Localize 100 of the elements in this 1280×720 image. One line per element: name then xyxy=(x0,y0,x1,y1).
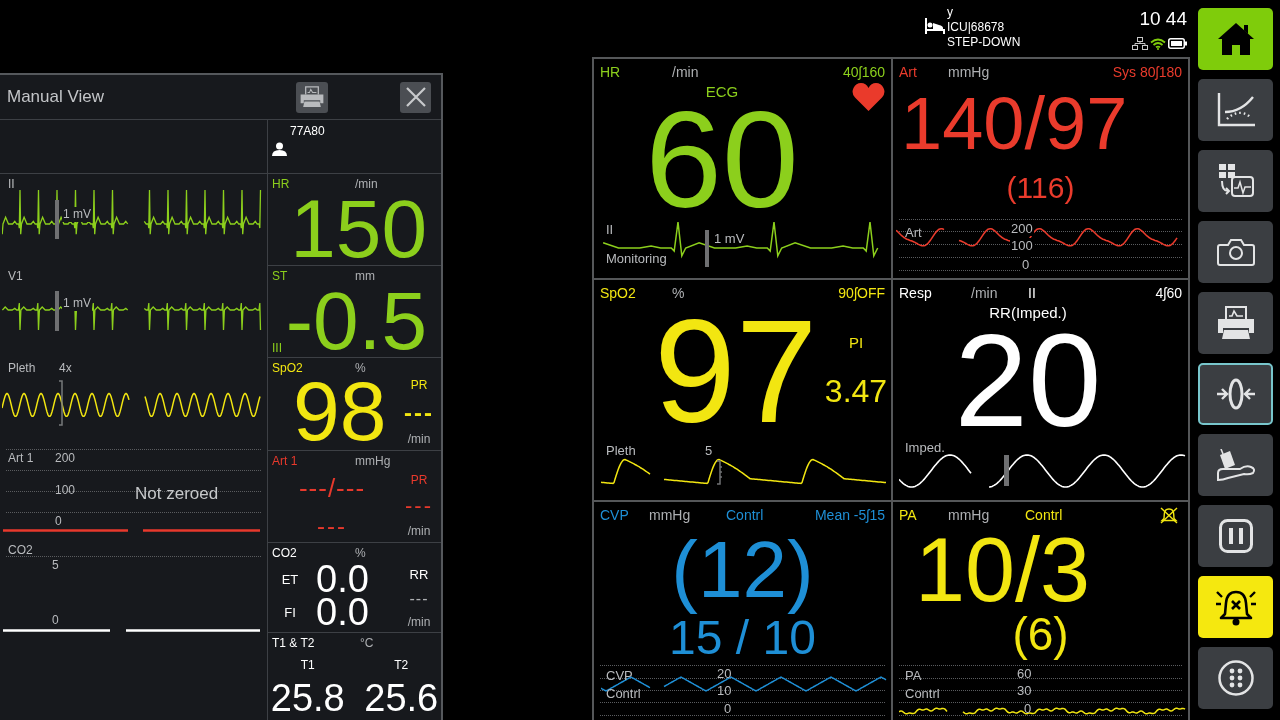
wifi-icon xyxy=(1150,37,1166,50)
camera-icon xyxy=(1216,238,1255,266)
wave-label: CO2 xyxy=(8,543,33,558)
battery-icon xyxy=(1168,38,1187,49)
mode-label: Contrl xyxy=(606,686,641,701)
unit-label: /min xyxy=(672,63,699,80)
mode-label: Contrl xyxy=(1025,506,1063,524)
wave-label: Pleth xyxy=(8,361,36,376)
alarm-limits: 90ʃOFF xyxy=(838,284,885,302)
unit-label: mmHg xyxy=(355,454,391,469)
arm-cuff-icon xyxy=(1215,449,1256,481)
pulse-rate-value: --- xyxy=(405,495,433,517)
bed-label: y xyxy=(947,5,953,20)
status-message: Not zeroed xyxy=(135,484,219,504)
wave-label: Pleth xyxy=(606,443,636,458)
clock-time: 10 44 xyxy=(1139,8,1187,30)
unit-label: /min xyxy=(407,432,431,447)
temperature-label: T2 xyxy=(394,658,409,673)
patient-bed-icon xyxy=(925,17,945,35)
unit-label: mm xyxy=(355,269,375,284)
inspired-value: 0.0 xyxy=(316,596,369,629)
source-label: RR(Imped.) xyxy=(989,304,1067,322)
home-icon xyxy=(1216,22,1255,56)
parameter-label: CVP xyxy=(600,506,629,523)
network-icon xyxy=(1132,37,1148,50)
temperature-value: 25.8 xyxy=(270,682,345,715)
gain-label: 4x xyxy=(59,361,72,376)
parameter-label: T1 & T2 xyxy=(272,636,315,650)
parameter-value: ---/--- xyxy=(298,473,366,503)
close-icon xyxy=(405,87,426,107)
screen-swap-icon xyxy=(1217,163,1254,199)
print-button[interactable] xyxy=(1198,292,1273,354)
scale-label: 30 xyxy=(1017,683,1032,698)
temperature-label: T1 xyxy=(300,658,315,673)
lead-label: III xyxy=(272,340,282,356)
unit-label: % xyxy=(355,546,366,561)
pulse-rate-label: PR xyxy=(410,473,428,488)
menu-button[interactable] xyxy=(1198,647,1273,709)
alarm-limits: 4ʃ60 xyxy=(1155,284,1182,302)
dots-menu-icon xyxy=(1217,660,1254,696)
parameter-value: 98 xyxy=(293,376,387,448)
pressure-value: 10/3 xyxy=(915,532,1091,609)
lead-label: II xyxy=(8,177,15,192)
parameter-value: -0.5 xyxy=(285,286,427,356)
resp-rate-value: --- xyxy=(409,590,429,607)
camera-button[interactable] xyxy=(1198,221,1273,283)
alarm-limits: Mean -5ʃ15 xyxy=(814,506,885,524)
wave-label: PA xyxy=(905,668,922,683)
unit-label: /min xyxy=(407,524,431,539)
alarm-silence-button[interactable] xyxy=(1198,576,1273,638)
source-label: ECG xyxy=(705,83,739,101)
respiration-value: 20 xyxy=(954,325,1102,438)
screen-swap-button[interactable] xyxy=(1198,150,1273,212)
heart-icon xyxy=(852,83,885,111)
mode-label: Contrl xyxy=(726,506,764,524)
mean-value: --- xyxy=(317,513,347,539)
parameter-label: Art xyxy=(899,63,917,80)
scale-label: 0 xyxy=(52,613,59,628)
pulse-rate-label: PR xyxy=(410,378,428,393)
pressure-value: 140/97 xyxy=(901,87,1128,161)
pulse-rate-value: --- xyxy=(404,401,434,424)
unit-label: /min xyxy=(971,284,998,301)
unit-label: °C xyxy=(360,636,374,651)
alarm-limits: 40ʃ160 xyxy=(842,63,885,81)
pressure-value: 15 / 10 xyxy=(669,614,816,662)
spo2-value: 97 xyxy=(654,309,818,434)
scale-label: 60 xyxy=(1017,666,1032,681)
close-button[interactable] xyxy=(400,81,431,113)
scale-label: 10 xyxy=(717,683,732,698)
unit-label: % xyxy=(355,361,366,376)
end-tidal-label: ET xyxy=(281,572,299,587)
parameter-label: ST xyxy=(272,269,288,283)
parameter-label: PA xyxy=(899,506,917,523)
unit-label: /min xyxy=(355,177,378,192)
ring-arrows-button[interactable] xyxy=(1198,363,1273,425)
wave-label: CVP xyxy=(606,668,633,683)
trend-chart-icon xyxy=(1216,93,1255,127)
filter-label: Monitoring xyxy=(606,251,667,266)
trends-button[interactable] xyxy=(1198,79,1273,141)
scale-label: 0 xyxy=(1021,257,1031,272)
scale-label: 1 mV xyxy=(62,207,92,222)
scale-label: 5 xyxy=(705,443,713,458)
wave-label: Art 1 xyxy=(8,451,34,466)
perfusion-label: PI xyxy=(848,334,864,352)
print-button[interactable] xyxy=(296,81,328,113)
home-button[interactable] xyxy=(1198,8,1273,70)
wave-label: Art xyxy=(905,225,922,240)
temperature-value: 25.6 xyxy=(364,682,439,715)
heart-rate-value: 60 xyxy=(645,101,799,219)
parameter-label: HR xyxy=(600,63,621,80)
scale-label: 0 xyxy=(724,701,732,716)
unit-location: ICU|68678 xyxy=(947,20,1005,35)
mean-pressure-value: (116) xyxy=(1006,173,1075,203)
parameter-label: Resp xyxy=(899,284,932,301)
pause-button[interactable] xyxy=(1198,505,1273,567)
unit-label: /min xyxy=(407,615,431,630)
parameter-value: 150 xyxy=(290,194,427,264)
cuff-button[interactable] xyxy=(1198,434,1273,496)
parameter-label: HR xyxy=(272,177,290,191)
pause-icon xyxy=(1218,519,1253,553)
